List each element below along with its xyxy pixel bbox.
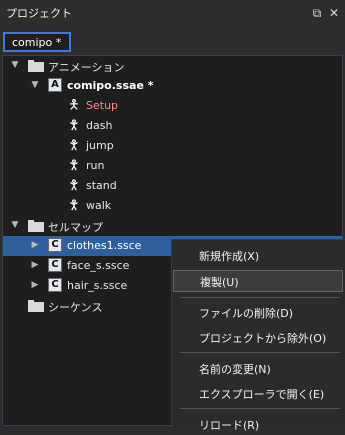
- running-figure-icon: 🯆: [68, 138, 80, 153]
- menu-item-rename[interactable]: 名前の変更(N): [172, 357, 345, 379]
- animation-label: dash: [86, 119, 113, 132]
- menu-item-label: 複製(U): [200, 276, 239, 289]
- menu-item-exclude[interactable]: プロジェクトから除外(O): [172, 326, 345, 348]
- cellmap-label: clothes1.ssce: [67, 239, 142, 252]
- cellmap-label: hair_s.ssce: [67, 279, 128, 292]
- cellmap-file-icon: C: [48, 278, 62, 292]
- ssae-file-label: comipo.ssae *: [67, 79, 154, 92]
- setup-figure-icon: 🯅: [68, 98, 80, 113]
- menu-item-new[interactable]: 新規作成(X): [172, 244, 345, 266]
- menu-separator: [180, 352, 340, 353]
- tree-animation-stand[interactable]: 🯆 stand: [3, 176, 342, 196]
- panel-titlebar: プロジェクト ⧉ ✕: [0, 0, 345, 26]
- animation-label: walk: [86, 199, 112, 212]
- folder-icon: [28, 219, 44, 232]
- menu-item-label: エクスプローラで開く(E): [199, 388, 325, 401]
- tree-item-ssae[interactable]: ▼ A comipo.ssae *: [3, 76, 342, 96]
- folder-icon: [28, 59, 44, 72]
- running-figure-icon: 🯆: [68, 198, 80, 213]
- chevron-right-icon[interactable]: ▶: [30, 260, 40, 270]
- menu-separator: [180, 297, 340, 298]
- menu-item-reload[interactable]: リロード(R): [172, 413, 345, 435]
- animation-label: jump: [86, 139, 114, 152]
- tree-animation-setup[interactable]: 🯅 Setup: [3, 96, 342, 116]
- tree-folder-label: アニメーション: [48, 61, 125, 74]
- menu-item-label: 名前の変更(N): [199, 363, 271, 376]
- cellmap-file-icon: C: [48, 238, 62, 252]
- chevron-down-icon[interactable]: ▼: [30, 80, 40, 90]
- tree-folder-label: シーケンス: [48, 301, 103, 314]
- menu-separator: [180, 408, 340, 409]
- menu-item-label: 新規作成(X): [199, 250, 260, 263]
- cellmap-label: face_s.ssce: [67, 259, 130, 272]
- chevron-down-icon[interactable]: ▼: [10, 220, 20, 230]
- menu-item-delete-file[interactable]: ファイルの削除(D): [172, 301, 345, 323]
- animation-label: Setup: [86, 99, 119, 112]
- folder-icon: [28, 299, 44, 312]
- tree-animation-dash[interactable]: 🯆 dash: [3, 116, 342, 136]
- menu-item-label: ファイルの削除(D): [199, 307, 294, 320]
- animation-label: run: [86, 159, 105, 172]
- chevron-down-icon[interactable]: ▼: [10, 60, 20, 70]
- menu-item-label: プロジェクトから除外(O): [199, 332, 327, 345]
- running-figure-icon: 🯆: [68, 158, 80, 173]
- menu-item-duplicate[interactable]: 複製(U): [173, 270, 343, 292]
- running-figure-icon: 🯆: [68, 118, 80, 133]
- panel-title: プロジェクト: [6, 7, 72, 20]
- running-figure-icon: 🯆: [68, 178, 80, 193]
- chevron-right-icon[interactable]: ▶: [30, 280, 40, 290]
- context-menu: 新規作成(X) 複製(U) ファイルの削除(D) プロジェクトから除外(O) 名…: [171, 239, 345, 432]
- tree-animation-walk[interactable]: 🯆 walk: [3, 196, 342, 216]
- tab-comipo[interactable]: comipo *: [3, 32, 71, 52]
- animation-file-icon: A: [48, 78, 62, 92]
- close-icon[interactable]: ✕: [327, 6, 341, 20]
- chevron-right-icon[interactable]: ▶: [30, 240, 40, 250]
- menu-item-label: リロード(R): [199, 419, 260, 432]
- tree-animation-jump[interactable]: 🯆 jump: [3, 136, 342, 156]
- tree-animation-run[interactable]: 🯆 run: [3, 156, 342, 176]
- dock-icon[interactable]: ⧉: [310, 6, 324, 20]
- tree-folder-cellmap[interactable]: ▼ セルマップ: [3, 216, 342, 236]
- menu-item-open-explorer[interactable]: エクスプローラで開く(E): [172, 382, 345, 404]
- animation-label: stand: [86, 179, 117, 192]
- cellmap-file-icon: C: [48, 258, 62, 272]
- tree-folder-label: セルマップ: [48, 221, 103, 234]
- tree-folder-animation[interactable]: ▼ アニメーション: [3, 56, 342, 76]
